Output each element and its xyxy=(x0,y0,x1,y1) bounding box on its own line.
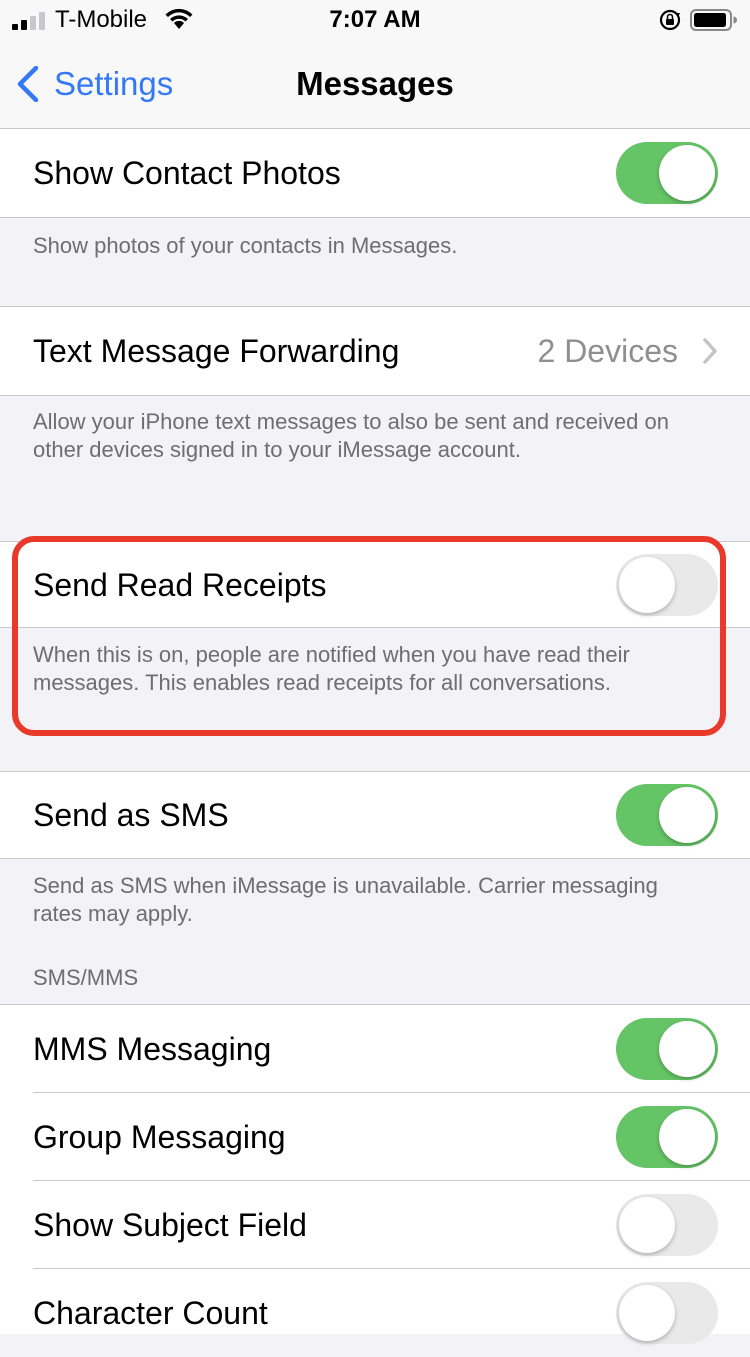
toggle-knob xyxy=(659,145,715,201)
toggle-knob xyxy=(619,1285,675,1341)
row-send-as-sms: Send as SMS xyxy=(0,771,750,859)
row-mms-messaging: MMS Messaging xyxy=(0,1004,750,1093)
battery-icon xyxy=(690,9,737,31)
group-messaging-toggle[interactable] xyxy=(616,1106,718,1168)
read-receipts-footer: When this is on, people are notified whe… xyxy=(33,642,630,695)
sms-footer: Send as SMS when iMessage is unavailable… xyxy=(33,873,658,926)
row-character-count: Character Count xyxy=(0,1269,750,1344)
row-label: Text Message Forwarding xyxy=(33,333,400,369)
row-label: Group Messaging xyxy=(33,1119,286,1155)
contact-photos-footer: Show photos of your contacts in Messages… xyxy=(33,233,458,258)
chevron-right-icon xyxy=(703,338,717,364)
toggle-knob xyxy=(619,1197,675,1253)
row-label: Show Subject Field xyxy=(33,1207,307,1243)
navigation-bar: Settings Messages xyxy=(0,40,750,129)
toggle-knob xyxy=(659,1109,715,1165)
row-label: Show Contact Photos xyxy=(33,155,341,191)
row-text-message-forwarding[interactable]: Text Message Forwarding 2 Devices xyxy=(0,306,750,396)
row-show-contact-photos: Show Contact Photos xyxy=(0,129,750,218)
row-label: Send as SMS xyxy=(33,797,229,833)
forwarding-device-count: 2 Devices xyxy=(537,333,679,369)
mms-messaging-toggle[interactable] xyxy=(616,1018,718,1080)
row-label: MMS Messaging xyxy=(33,1031,272,1067)
status-bar: T-Mobile 7:07 AM xyxy=(0,0,750,40)
status-time: 7:07 AM xyxy=(329,6,421,33)
character-count-toggle[interactable] xyxy=(616,1282,718,1344)
row-show-subject-field: Show Subject Field xyxy=(0,1181,750,1269)
toggle-knob xyxy=(659,787,715,843)
send-as-sms-toggle[interactable] xyxy=(616,784,718,846)
page-title: Messages xyxy=(296,65,454,102)
send-read-receipts-toggle[interactable] xyxy=(616,554,718,616)
show-contact-photos-toggle[interactable] xyxy=(616,142,718,204)
row-label: Send Read Receipts xyxy=(33,567,327,603)
forwarding-footer: Allow your iPhone text messages to also … xyxy=(33,409,669,462)
row-group-messaging: Group Messaging xyxy=(0,1093,750,1181)
toggle-knob xyxy=(619,557,675,613)
orientation-lock-icon xyxy=(659,9,681,31)
show-subject-field-toggle[interactable] xyxy=(616,1194,718,1256)
divider xyxy=(0,627,750,628)
section-header-sms-mms: SMS/MMS xyxy=(33,965,139,990)
row-label: Character Count xyxy=(33,1295,268,1331)
row-send-read-receipts: Send Read Receipts xyxy=(0,541,750,628)
toggle-knob xyxy=(659,1021,715,1077)
